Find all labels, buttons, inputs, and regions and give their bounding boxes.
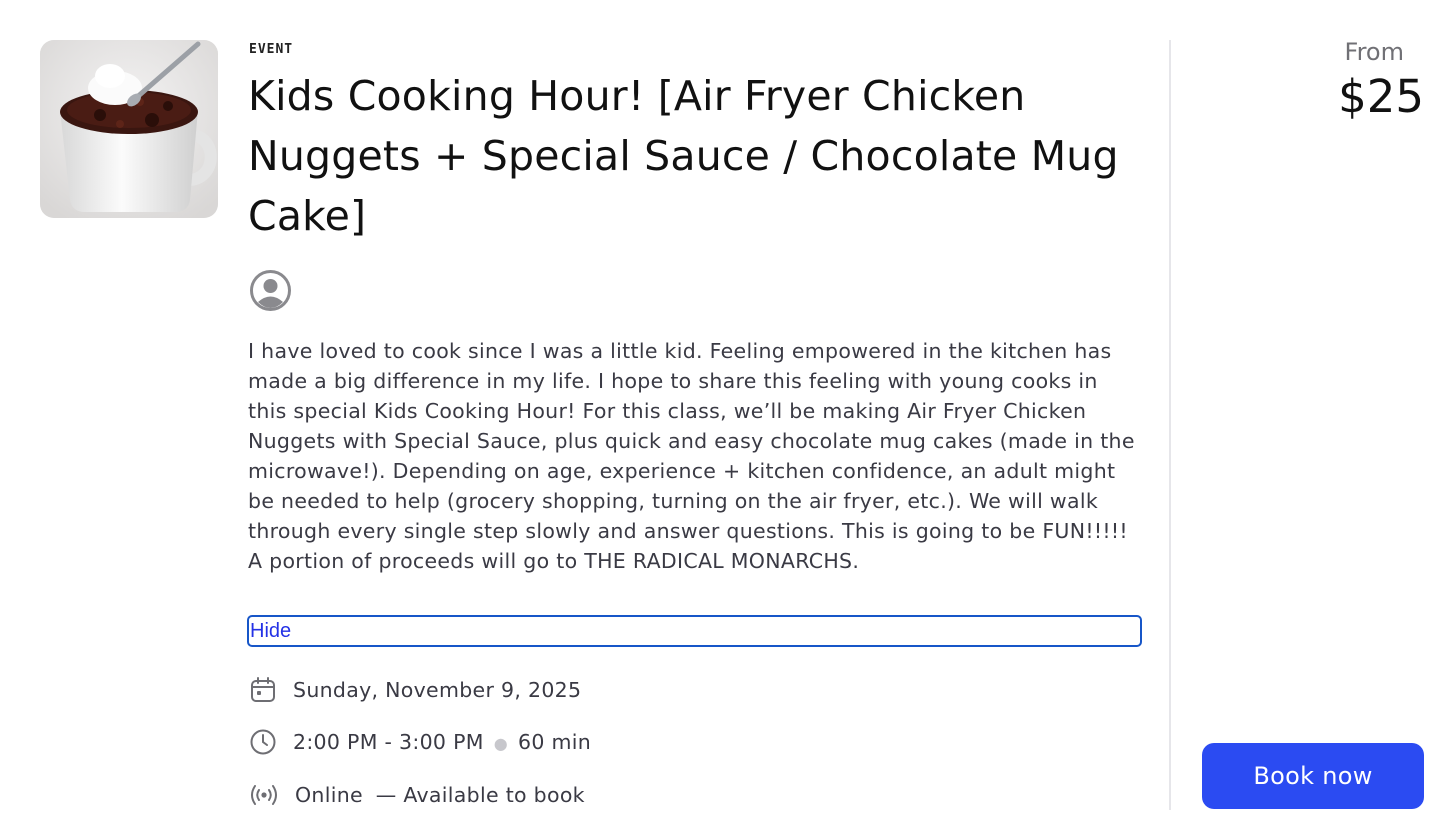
host-avatar[interactable] [249, 269, 292, 312]
book-now-button[interactable]: Book now [1202, 743, 1424, 809]
event-availability: — Available to book [375, 783, 585, 807]
event-time: 2:00 PM - 3:00 PM [293, 730, 484, 754]
event-duration: 60 min [518, 730, 592, 754]
location-row: Online — Available to book [249, 781, 585, 809]
hide-description-button[interactable]: Hide [247, 615, 1142, 647]
date-row: Sunday, November 9, 2025 [249, 676, 581, 704]
event-type-label: EVENT [249, 42, 294, 57]
broadcast-icon [251, 785, 277, 805]
price-value: $25 [1338, 70, 1424, 123]
event-title: Kids Cooking Hour! [Air Fryer Chicken Nu… [248, 72, 1119, 240]
event-location: Online [295, 783, 363, 807]
time-row: 2:00 PM - 3:00 PM ● 60 min [249, 728, 591, 756]
separator-dot: ● [493, 734, 508, 753]
user-avatar-icon [250, 270, 291, 311]
mug-cake-image [40, 40, 218, 218]
column-divider [1169, 40, 1171, 810]
price-from-label: From [1344, 38, 1404, 66]
event-thumbnail [40, 40, 218, 218]
event-description: I have loved to cook since I was a littl… [248, 339, 1135, 573]
event-date: Sunday, November 9, 2025 [293, 678, 582, 702]
clock-icon [250, 729, 276, 755]
calendar-icon [251, 677, 275, 702]
